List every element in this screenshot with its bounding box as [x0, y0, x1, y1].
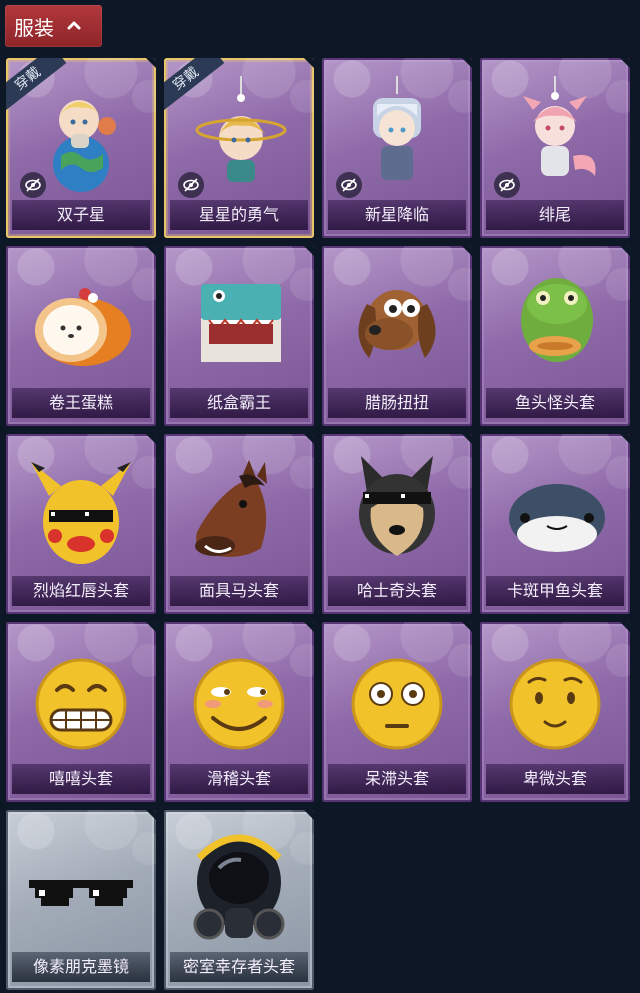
card-corner-notch	[462, 622, 472, 632]
costume-name: 嘻嘻头套	[12, 764, 150, 794]
costume-card[interactable]: 密室幸存者头套	[164, 810, 314, 990]
costume-name: 面具马头套	[170, 576, 308, 606]
card-corner-notch	[462, 434, 472, 444]
card-corner-notch	[620, 246, 630, 256]
costume-name: 哈士奇头套	[328, 576, 466, 606]
costume-card[interactable]: 新星降临	[322, 58, 472, 238]
costume-card[interactable]: 呆滞头套	[322, 622, 472, 802]
costume-name: 滑稽头套	[170, 764, 308, 794]
costume-card[interactable]: 卑微头套	[480, 622, 630, 802]
card-corner-notch	[462, 58, 472, 68]
fish-head-mask-image	[495, 264, 615, 384]
dachshund-head-image	[337, 264, 457, 384]
costume-name: 纸盒霸王	[170, 388, 308, 418]
card-corner-notch	[304, 810, 314, 820]
flushed-emoji-head-image	[337, 640, 457, 760]
grinning-emoji-head-image	[21, 640, 141, 760]
costume-card[interactable]: 卷王蛋糕	[6, 246, 156, 426]
costume-card[interactable]: 嘻嘻头套	[6, 622, 156, 802]
costume-card[interactable]: 绯尾	[480, 58, 630, 238]
card-corner-notch	[146, 810, 156, 820]
costume-name: 双子星	[12, 200, 150, 230]
costume-name: 新星降临	[328, 200, 466, 230]
costume-card[interactable]: 滑稽头套	[164, 622, 314, 802]
pufferfish-head-image	[495, 452, 615, 572]
card-corner-notch	[146, 434, 156, 444]
costume-card[interactable]: 像素朋克墨镜	[6, 810, 156, 990]
costume-card[interactable]: 面具马头套	[164, 434, 314, 614]
eye-off-icon[interactable]	[178, 172, 204, 198]
roll-cake-image	[21, 264, 141, 384]
category-title: 服装	[14, 15, 54, 40]
card-corner-notch	[304, 246, 314, 256]
card-corner-notch	[304, 434, 314, 444]
costume-card[interactable]: 穿戴 双子星	[6, 58, 156, 238]
card-corner-notch	[462, 246, 472, 256]
card-corner-notch	[620, 434, 630, 444]
gas-mask-helmet-image	[179, 828, 299, 948]
costume-card[interactable]: 鱼头怪头套	[480, 246, 630, 426]
card-corner-notch	[620, 58, 630, 68]
costume-card[interactable]: 烈焰红唇头套	[6, 434, 156, 614]
costume-card[interactable]: 哈士奇头套	[322, 434, 472, 614]
horse-head-mask-image	[179, 452, 299, 572]
costume-name: 卑微头套	[486, 764, 624, 794]
costume-name: 卡斑甲鱼头套	[486, 576, 624, 606]
eye-off-icon[interactable]	[20, 172, 46, 198]
costume-name: 星星的勇气	[170, 200, 308, 230]
costume-name: 鱼头怪头套	[486, 388, 624, 418]
card-corner-notch	[304, 58, 314, 68]
costume-card[interactable]: 卡斑甲鱼头套	[480, 434, 630, 614]
costume-name: 像素朋克墨镜	[12, 952, 150, 982]
costume-name: 呆滞头套	[328, 764, 466, 794]
card-corner-notch	[146, 58, 156, 68]
husky-head-sunglasses-image	[337, 452, 457, 572]
eye-off-icon[interactable]	[494, 172, 520, 198]
costume-card[interactable]: 腊肠扭扭	[322, 246, 472, 426]
eye-off-icon[interactable]	[336, 172, 362, 198]
smirking-emoji-head-image	[179, 640, 299, 760]
cardboard-dinosaur-head-image	[179, 264, 299, 384]
category-tab-costume[interactable]: 服装	[5, 5, 102, 47]
chevron-up-icon	[64, 16, 84, 36]
card-corner-notch	[146, 246, 156, 256]
yellow-mouse-mask-sunglasses-image	[21, 452, 141, 572]
pixel-sunglasses-image	[21, 828, 141, 948]
card-corner-notch	[146, 622, 156, 632]
costume-name: 密室幸存者头套	[170, 952, 308, 982]
pleading-emoji-head-image	[495, 640, 615, 760]
card-corner-notch	[304, 622, 314, 632]
costume-card[interactable]: 纸盒霸王	[164, 246, 314, 426]
costume-name: 腊肠扭扭	[328, 388, 466, 418]
costume-name: 烈焰红唇头套	[12, 576, 150, 606]
card-corner-notch	[620, 622, 630, 632]
costume-card[interactable]: 穿戴 星星的勇气	[164, 58, 314, 238]
costume-name: 绯尾	[486, 200, 624, 230]
costume-name: 卷王蛋糕	[12, 388, 150, 418]
